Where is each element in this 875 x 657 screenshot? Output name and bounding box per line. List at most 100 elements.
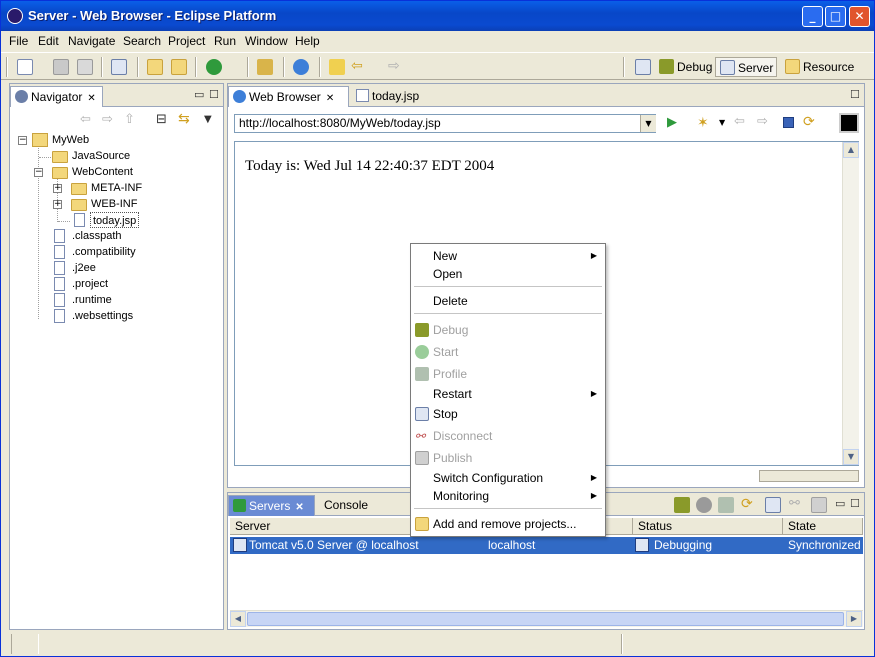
open-type-icon[interactable] [111,59,127,75]
menu-item-delete[interactable]: Delete [411,291,605,311]
tab-web-browser[interactable]: Web Browser ✕ [228,86,349,107]
tree-item-web-inf[interactable]: WEB-INF [91,196,137,212]
menu-item-stop[interactable]: Stop [411,404,605,424]
new-folder-icon[interactable] [171,59,187,75]
refresh-icon[interactable]: ⟳ [803,114,815,130]
back-icon[interactable]: ⇦ [351,59,367,75]
tree-item-websettings[interactable]: .websettings [72,308,133,324]
menu-item-publish[interactable]: Publish [411,448,605,468]
scroll-left-icon[interactable]: ◀ [230,611,246,627]
column-header-state[interactable]: State [783,518,863,535]
new-project-icon[interactable] [147,59,163,75]
view-menu-icon[interactable]: ▼ [204,114,212,125]
collapse-icon[interactable]: − [18,136,27,145]
stop-server-icon[interactable] [765,497,781,513]
menu-file[interactable]: File [9,34,28,48]
start-icon[interactable] [696,497,712,513]
perspective-resource[interactable]: Resource [781,57,854,77]
go-icon[interactable]: ▶ [667,115,677,130]
menu-item-monitoring[interactable]: Monitoring ▶ [411,486,605,506]
maximize-view-icon[interactable]: ☐ [209,88,219,101]
close-icon[interactable]: ✕ [326,93,334,104]
new-wizard-icon[interactable] [17,59,33,75]
forward-icon[interactable]: ⇨ [757,114,768,129]
close-button[interactable]: ✕ [849,6,870,27]
save-icon[interactable] [53,59,69,75]
title-bar[interactable]: Server - Web Browser - Eclipse Platform … [1,1,874,31]
menu-edit[interactable]: Edit [38,34,59,48]
menu-item-profile[interactable]: Profile [411,364,605,384]
scroll-right-icon[interactable]: ▶ [846,611,862,627]
web-browser-icon[interactable] [293,59,309,75]
menu-item-debug[interactable]: Debug [411,320,605,340]
maximize-view-icon[interactable]: ☐ [850,497,860,510]
tab-today-jsp[interactable]: today.jsp [352,86,425,107]
back-icon[interactable]: ⇦ [734,114,745,129]
scroll-up-icon[interactable]: ▲ [843,142,859,158]
server-row[interactable]: Tomcat v5.0 Server @ localhost localhost… [230,537,863,554]
favorites-dropdown-icon[interactable]: ▼ [719,118,725,127]
tree-item-meta-inf[interactable]: META-INF [91,180,142,196]
tree-item-today-jsp[interactable]: today.jsp [90,212,140,228]
forward-icon[interactable]: ⇨ [102,112,113,127]
menu-project[interactable]: Project [168,34,205,48]
menu-search[interactable]: Search [123,34,161,48]
menu-navigate[interactable]: Navigate [68,34,115,48]
tree-item-runtime[interactable]: .runtime [72,292,112,308]
vertical-scrollbar[interactable]: ▲ ▼ [842,142,859,465]
tree-item-myweb[interactable]: MyWeb [52,132,89,148]
perspective-debug[interactable]: Debug [655,57,712,77]
perspective-server[interactable]: Server [715,57,777,77]
menu-item-restart[interactable]: Restart ▶ [411,384,605,404]
url-input[interactable]: http://localhost:8080/MyWeb/today.jsp [234,114,656,133]
restart-icon[interactable]: ⟳ [741,497,757,513]
collapse-all-icon[interactable]: ⊟ [156,112,167,127]
menu-item-add-remove-projects[interactable]: Add and remove projects... [411,514,605,534]
tree-item-webcontent[interactable]: WebContent [72,164,133,180]
menu-item-disconnect[interactable]: ⚯ Disconnect [411,426,605,446]
tree-item-classpath[interactable]: .classpath [72,228,122,244]
menu-help[interactable]: Help [295,34,320,48]
scroll-down-icon[interactable]: ▼ [843,449,859,465]
stop-icon[interactable] [783,117,794,128]
column-header-status[interactable]: Status [633,518,783,535]
close-icon[interactable]: ✕ [295,502,303,513]
favorites-icon[interactable]: ✶ [697,115,713,131]
tree-item-project[interactable]: .project [72,276,108,292]
horizontal-scrollbar[interactable]: ◀ ▶ [230,610,863,627]
disconnect-icon[interactable]: ⚯ [789,497,805,513]
tab-servers[interactable]: Servers ✕ [228,495,315,516]
debug-icon[interactable] [674,497,690,513]
pin-icon[interactable] [329,59,345,75]
maximize-button[interactable]: □ [825,6,846,27]
menu-run[interactable]: Run [214,34,236,48]
tree-item-compatibility[interactable]: .compatibility [72,244,136,260]
publish-icon[interactable] [811,497,827,513]
close-icon[interactable]: ✕ [87,93,95,104]
link-editor-icon[interactable]: ⇆ [178,111,190,127]
tree-item-javasource[interactable]: JavaSource [72,148,130,164]
run-server-icon[interactable] [206,59,222,75]
open-perspective-icon[interactable] [635,59,651,75]
menu-item-open[interactable]: Open [411,264,605,284]
back-icon[interactable]: ⇦ [80,112,91,127]
print-icon[interactable] [77,59,93,75]
minimize-view-icon[interactable]: ▭ [194,88,204,101]
minimize-button[interactable]: _ [802,6,823,27]
tree-item-j2ee[interactable]: .j2ee [72,260,96,276]
tab-console[interactable]: Console [316,495,374,516]
menu-window[interactable]: Window [245,34,288,48]
menu-item-switch-configuration[interactable]: Switch Configuration ▶ [411,468,605,488]
expand-icon[interactable]: + [53,184,62,193]
search-icon[interactable] [257,59,273,75]
profile-icon[interactable] [718,497,734,513]
menu-item-start[interactable]: Start [411,342,605,362]
minimize-view-icon[interactable]: ▭ [835,497,845,510]
collapse-icon[interactable]: − [34,168,43,177]
up-icon[interactable]: ⇧ [124,112,135,127]
menu-item-new[interactable]: New ▶ [411,246,605,266]
maximize-view-icon[interactable]: ☐ [850,88,860,101]
scroll-thumb[interactable] [247,612,844,626]
tab-navigator[interactable]: Navigator ✕ [10,86,103,107]
expand-icon[interactable]: + [53,200,62,209]
